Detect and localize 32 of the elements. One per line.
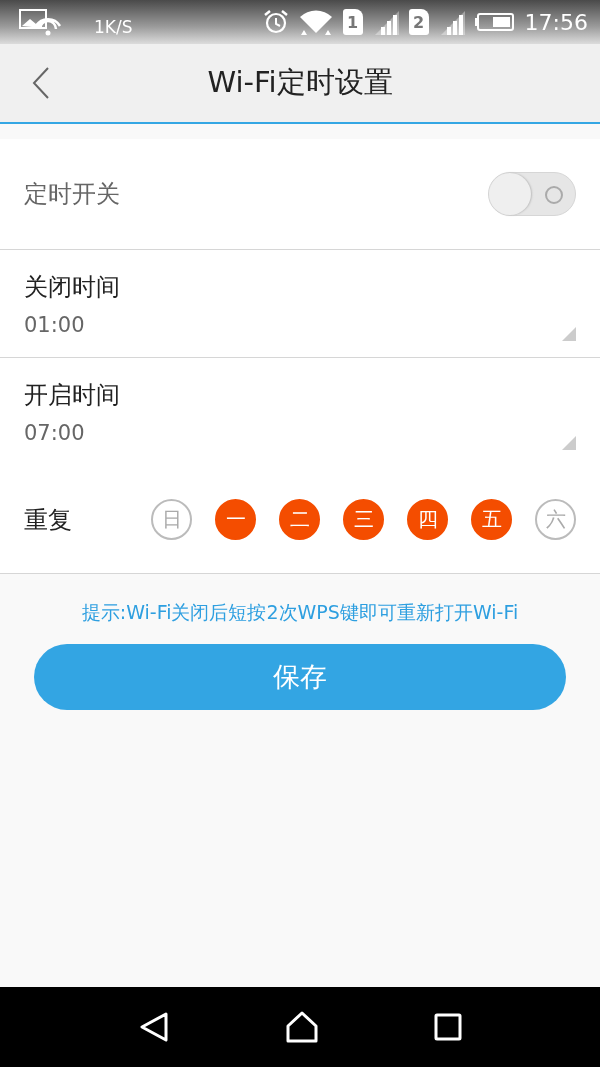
time-picker[interactable]: 关闭时间 01:00	[0, 250, 600, 358]
wifi-icon	[298, 9, 333, 35]
save-button[interactable]: 保存	[34, 644, 566, 710]
weekday-toggle[interactable]: 六	[535, 499, 576, 540]
battery-icon	[474, 12, 515, 32]
field-label: 关闭时间	[24, 271, 120, 303]
weekday-toggle[interactable]: 日	[151, 499, 192, 540]
weekday-toggle[interactable]: 二	[279, 499, 320, 540]
back-button[interactable]	[32, 66, 50, 100]
home-icon[interactable]	[285, 1011, 319, 1043]
time-picker[interactable]: 开启时间 07:00	[0, 358, 600, 466]
repeat-label: 重复	[24, 504, 72, 536]
dropdown-corner-icon	[562, 436, 576, 450]
weekday-toggle[interactable]: 四	[407, 499, 448, 540]
field-label: 开启时间	[24, 380, 120, 411]
network-speed: 1K/S	[94, 17, 133, 37]
clock: 17:56	[524, 9, 588, 35]
weekday-toggle[interactable]: 五	[471, 499, 512, 540]
page-title: Wi-Fi定时设置	[206, 64, 394, 101]
switch-label: 定时开关	[24, 179, 120, 210]
toggle-switch[interactable]	[488, 172, 576, 216]
recent-apps-icon[interactable]	[434, 1013, 463, 1041]
back-icon	[32, 66, 50, 100]
weekday-toggle[interactable]: 三	[343, 499, 384, 540]
alarm-icon	[262, 9, 289, 35]
dropdown-corner-icon	[562, 327, 576, 341]
weekday-toggle[interactable]: 一	[215, 499, 256, 540]
time-value: 01:00	[24, 312, 85, 337]
hint-text: 提示:Wi-Fi关闭后短按2次WPS键即可重新打开Wi-Fi	[81, 600, 519, 625]
sim-card-badge: 2	[408, 9, 429, 35]
time-value: 07:00	[24, 421, 85, 445]
sim-card-badge: 1	[342, 9, 363, 35]
